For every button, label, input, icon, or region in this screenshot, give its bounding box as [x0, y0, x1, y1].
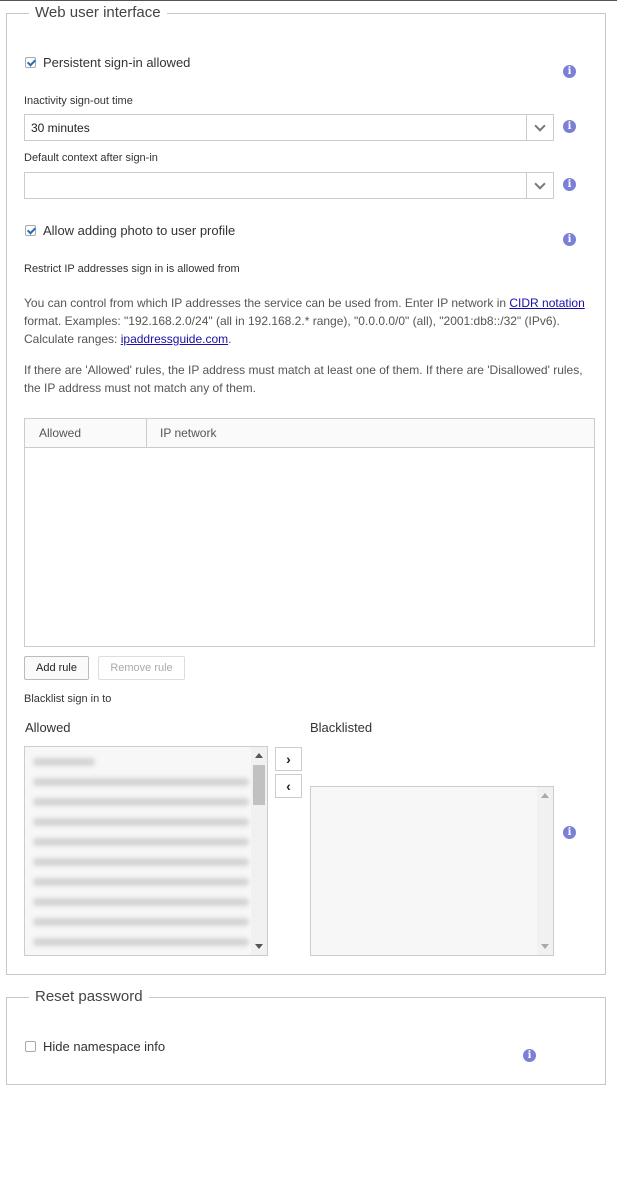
scroll-up-icon[interactable]: [541, 793, 549, 798]
scroll-up-icon[interactable]: [255, 753, 263, 758]
inactivity-select[interactable]: 30 minutes: [24, 114, 554, 141]
info-icon[interactable]: i: [563, 178, 576, 191]
persistent-signin-label: Persistent sign-in allowed: [43, 55, 191, 70]
hide-namespace-checkbox[interactable]: [25, 1041, 36, 1052]
blacklist-heading: Blacklist sign in to: [24, 693, 112, 705]
cidr-text-end: .: [228, 332, 232, 346]
ip-rules-table[interactable]: Allowed IP network: [24, 418, 595, 647]
scroll-down-icon[interactable]: [541, 944, 549, 949]
cidr-text-1: You can control from which IP addresses …: [24, 296, 510, 310]
scrollbar[interactable]: [537, 787, 553, 955]
info-icon[interactable]: i: [563, 120, 576, 133]
web-ui-legend: Web user interface: [29, 4, 167, 21]
list-item[interactable]: [33, 938, 249, 946]
persistent-signin-checkbox[interactable]: [25, 57, 36, 68]
chevron-down-icon: [526, 173, 553, 198]
remove-rule-button[interactable]: Remove rule: [98, 656, 185, 680]
list-item[interactable]: [33, 858, 249, 866]
blacklisted-listbox[interactable]: [310, 786, 554, 956]
inactivity-select-value: 30 minutes: [31, 121, 90, 135]
default-context-label: Default context after sign-in: [24, 152, 158, 164]
inactivity-label: Inactivity sign-out time: [24, 95, 133, 107]
list-item[interactable]: [33, 778, 249, 786]
chevron-down-icon: [526, 115, 553, 140]
blacklisted-list-label: Blacklisted: [310, 720, 373, 735]
column-header-ip-network[interactable]: IP network: [160, 426, 216, 440]
default-context-select[interactable]: [24, 172, 554, 199]
list-item[interactable]: [33, 898, 249, 906]
ipaddressguide-link[interactable]: ipaddressguide.com: [121, 332, 228, 346]
info-icon[interactable]: i: [523, 1049, 536, 1062]
list-item[interactable]: [33, 918, 249, 926]
rules-description: If there are 'Allowed' rules, the IP add…: [24, 361, 604, 397]
info-icon[interactable]: i: [563, 826, 576, 839]
list-item[interactable]: [33, 878, 249, 886]
info-icon[interactable]: i: [563, 233, 576, 246]
info-icon[interactable]: i: [563, 65, 576, 78]
top-divider: [0, 0, 617, 1]
rules-text-1: If there are 'Allowed' rules, the IP add…: [24, 363, 583, 377]
cidr-text-3: Calculate ranges:: [24, 332, 121, 346]
allow-photo-label: Allow adding photo to user profile: [43, 223, 236, 238]
cidr-text-2: format. Examples: "192.168.2.0/24" (all …: [24, 314, 560, 328]
hide-namespace-label: Hide namespace info: [43, 1039, 166, 1054]
cidr-notation-link[interactable]: CIDR notation: [509, 296, 584, 310]
cidr-description: You can control from which IP addresses …: [24, 294, 594, 348]
scrollbar-thumb[interactable]: [253, 765, 265, 805]
scrollbar[interactable]: [251, 747, 267, 955]
allowed-listbox[interactable]: [24, 746, 268, 956]
move-right-button[interactable]: ›: [275, 747, 302, 771]
rules-text-2: the IP address must not match any of the…: [24, 381, 256, 395]
allow-photo-checkbox[interactable]: [25, 225, 36, 236]
list-item[interactable]: [33, 798, 249, 806]
column-divider: [146, 419, 147, 448]
scroll-down-icon[interactable]: [255, 944, 263, 949]
ip-rules-table-header: Allowed IP network: [25, 419, 594, 448]
add-rule-button[interactable]: Add rule: [24, 656, 89, 680]
list-item[interactable]: [33, 838, 249, 846]
restrict-ip-heading: Restrict IP addresses sign in is allowed…: [24, 263, 240, 275]
move-left-button[interactable]: ‹: [275, 774, 302, 798]
list-item[interactable]: [33, 818, 249, 826]
reset-password-legend: Reset password: [29, 988, 149, 1005]
allowed-list-label: Allowed: [25, 720, 71, 735]
column-header-allowed[interactable]: Allowed: [39, 426, 81, 440]
list-item[interactable]: [33, 758, 95, 766]
